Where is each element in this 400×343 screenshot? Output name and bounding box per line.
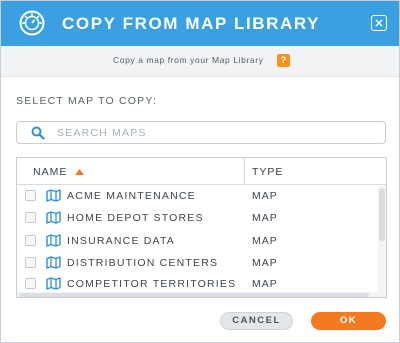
column-header-name[interactable]: NAME <box>33 166 67 178</box>
sort-ascending-icon[interactable] <box>75 169 84 175</box>
row-checkbox[interactable] <box>25 257 36 268</box>
info-strip: Copy a map from your Map Library ? <box>1 46 399 77</box>
help-icon[interactable]: ? <box>277 54 290 67</box>
map-type: MAP <box>252 257 278 269</box>
table-row[interactable]: ACME MAINTENANCE MAP <box>17 185 378 207</box>
map-icon <box>46 277 61 290</box>
copy-map-dialog: COPY FROM MAP LIBRARY Copy a map from yo… <box>0 0 400 343</box>
row-checkbox[interactable] <box>25 190 36 201</box>
maps-table: NAME TYPE ACME MAINTENANCE MAP HOME DEPO… <box>16 157 387 298</box>
map-type: MAP <box>252 278 278 290</box>
search-box <box>16 121 386 144</box>
map-name: DISTRIBUTION CENTERS <box>67 257 219 269</box>
table-header: NAME TYPE <box>17 158 386 185</box>
cancel-button[interactable]: CANCEL <box>220 312 293 330</box>
row-checkbox[interactable] <box>25 235 36 246</box>
map-type: MAP <box>252 212 278 224</box>
row-checkbox[interactable] <box>25 278 36 289</box>
dialog-title: COPY FROM MAP LIBRARY <box>62 14 321 33</box>
table-row[interactable]: INSURANCE DATA MAP <box>17 230 378 252</box>
dialog-subtitle: Copy a map from your Map Library <box>113 55 264 65</box>
dialog-header: COPY FROM MAP LIBRARY <box>1 1 399 46</box>
close-icon <box>375 19 383 27</box>
table-row[interactable]: DISTRIBUTION CENTERS MAP <box>17 252 378 274</box>
app-logo-icon <box>19 10 45 36</box>
map-icon <box>46 211 61 224</box>
map-icon <box>46 189 61 202</box>
column-divider <box>244 158 245 185</box>
map-name: ACME MAINTENANCE <box>67 190 196 202</box>
map-type: MAP <box>252 190 278 202</box>
column-header-type[interactable]: TYPE <box>252 166 283 178</box>
section-label: SELECT MAP TO COPY: <box>16 95 158 107</box>
map-name: COMPETITOR TERRITORIES <box>67 278 237 290</box>
vertical-scrollbar[interactable] <box>378 186 386 297</box>
horizontal-scroll-thumb[interactable] <box>19 293 369 297</box>
row-checkbox[interactable] <box>25 212 36 223</box>
ok-button[interactable]: OK <box>311 312 386 330</box>
search-input[interactable] <box>57 124 377 141</box>
table-row[interactable]: HOME DEPOT STORES MAP <box>17 207 378 229</box>
map-icon <box>46 256 61 269</box>
search-icon <box>31 126 45 140</box>
close-button[interactable] <box>371 15 387 31</box>
map-name: INSURANCE DATA <box>67 235 176 247</box>
horizontal-scrollbar[interactable] <box>17 292 378 297</box>
map-icon <box>46 234 61 247</box>
map-name: HOME DEPOT STORES <box>67 212 204 224</box>
vertical-scroll-thumb[interactable] <box>379 188 385 241</box>
map-type: MAP <box>252 235 278 247</box>
